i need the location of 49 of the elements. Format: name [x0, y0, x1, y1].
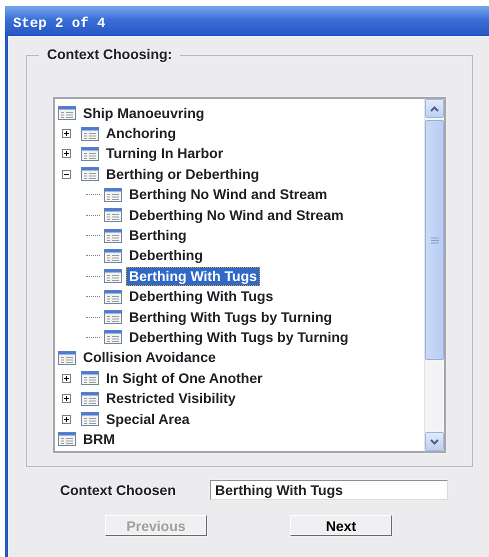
expand-icon[interactable]	[62, 149, 71, 158]
list-icon	[104, 330, 122, 344]
tree-item[interactable]: Deberthing With Tugs by Turning	[126, 328, 352, 347]
context-field[interactable]: Berthing With Tugs	[210, 480, 448, 500]
tree-item[interactable]: Berthing With Tugs by Turning	[126, 308, 336, 327]
scroll-thumb[interactable]	[425, 120, 444, 360]
tree-item[interactable]: Anchoring	[103, 124, 179, 144]
list-icon	[58, 350, 76, 365]
scroll-up-icon[interactable]	[425, 99, 444, 118]
tree-item[interactable]: Berthing With Tugs	[126, 266, 260, 286]
scroll-down-icon[interactable]	[425, 432, 444, 451]
tree-item[interactable]: Turning In Harbor	[103, 144, 226, 164]
expand-icon[interactable]	[62, 374, 71, 383]
expand-icon[interactable]	[62, 394, 71, 404]
list-icon	[104, 188, 122, 202]
tree-item[interactable]: Berthing or Deberthing	[103, 164, 262, 184]
list-icon	[58, 432, 76, 446]
list-icon	[81, 371, 99, 386]
expand-icon[interactable]	[62, 129, 71, 138]
list-icon	[104, 228, 122, 243]
tree-item[interactable]: BRM	[80, 430, 118, 449]
list-icon	[81, 167, 99, 182]
tree-item[interactable]: Special Area	[103, 410, 193, 429]
wizard-button[interactable]: Next	[290, 515, 392, 536]
list-icon	[81, 126, 99, 141]
tree-item[interactable]: In Sight of One Another	[103, 368, 266, 388]
tree-item[interactable]: Deberthing With Tugs	[126, 287, 276, 306]
list-icon	[104, 290, 122, 304]
tree-item[interactable]: Deberthing No Wind and Stream	[126, 206, 347, 225]
group-legend: Context Choosing:	[39, 46, 180, 62]
list-icon	[81, 146, 99, 161]
list-icon	[58, 106, 76, 120]
field-label: Context Choosen	[60, 482, 177, 498]
tree-item[interactable]: Restricted Visibility	[103, 389, 239, 408]
tree-item[interactable]: Berthing	[126, 226, 190, 246]
list-icon	[104, 269, 122, 284]
tree-item[interactable]: Ship Manoeuvring	[80, 104, 208, 123]
list-icon	[104, 310, 122, 324]
tree-item[interactable]: Deberthing	[126, 246, 206, 266]
tree-item[interactable]: Berthing No Wind and Stream	[126, 185, 330, 204]
tree-item[interactable]: Collision Avoidance	[80, 348, 219, 368]
list-icon	[104, 208, 122, 222]
list-icon	[104, 248, 122, 263]
window-title: Step 2 of 4	[13, 16, 106, 32]
list-icon	[81, 392, 99, 406]
scrollbar[interactable]	[424, 99, 444, 451]
expand-icon[interactable]	[62, 414, 71, 424]
list-icon	[81, 412, 99, 426]
collapse-icon[interactable]	[62, 170, 71, 179]
